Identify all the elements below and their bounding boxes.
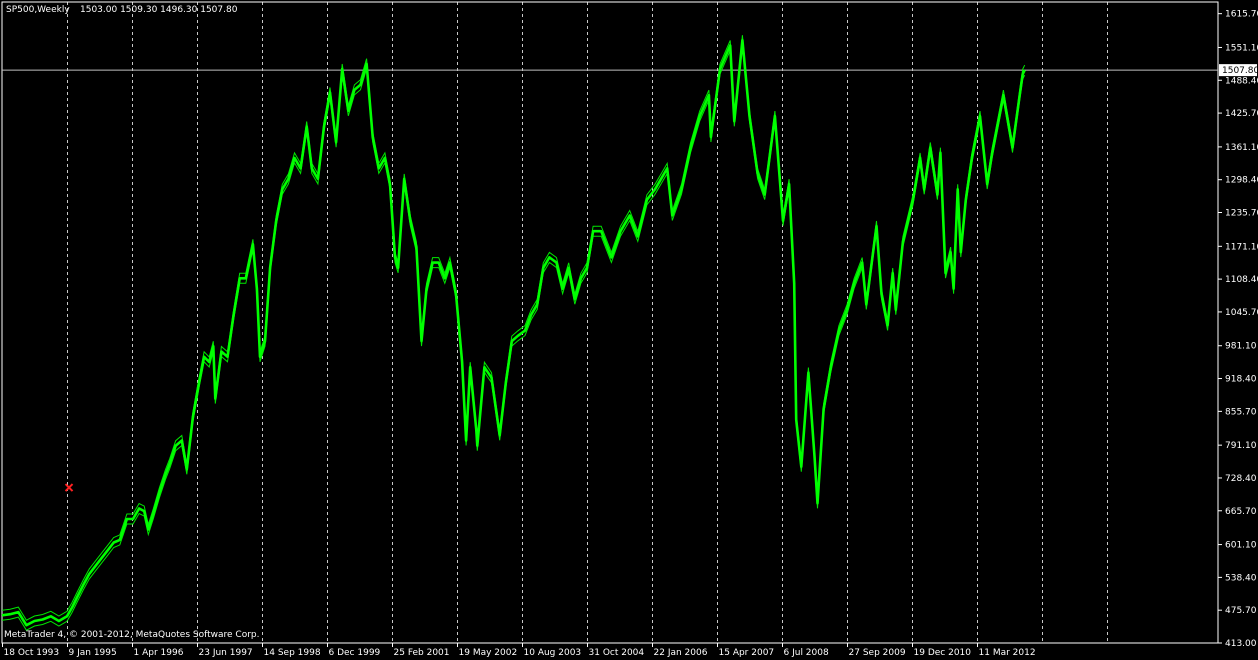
x-tick-label: 23 Jun 1997	[199, 648, 253, 658]
y-tick-label: 1108.40	[1225, 275, 1258, 285]
x-tick-label: 22 Jan 2006	[654, 648, 708, 658]
x-tick-label: 27 Sep 2009	[849, 648, 906, 658]
y-tick-label: 1361.10	[1225, 143, 1258, 153]
y-tick-label: 728.40	[1225, 474, 1257, 484]
y-tick-label: 1551.10	[1225, 43, 1258, 53]
copyright-label: MetaTrader 4, © 2001-2012, MetaQuotes So…	[4, 630, 260, 640]
y-tick-label: 1171.10	[1225, 242, 1258, 252]
y-tick-label: 1488.40	[1225, 76, 1258, 86]
y-tick-label: 1045.70	[1225, 308, 1258, 318]
x-tick-label: 1 Apr 1996	[134, 648, 184, 658]
chart-background	[0, 0, 1258, 660]
y-tick-label: 665.70	[1225, 507, 1257, 517]
y-tick-label: 538.40	[1225, 573, 1257, 583]
x-tick-label: 10 Aug 2003	[524, 648, 582, 658]
y-tick-label: 918.40	[1225, 375, 1257, 385]
y-tick-label: 981.10	[1225, 342, 1257, 352]
x-tick-label: 11 Mar 2012	[979, 648, 1036, 658]
x-tick-label: 6 Jul 2008	[784, 648, 829, 658]
y-tick-label: 1235.70	[1225, 209, 1258, 219]
x-tick-label: 15 Apr 2007	[719, 648, 775, 658]
ohlc-label: 1503.00 1509.30 1496.30 1507.80	[80, 5, 238, 15]
y-tick-label: 791.10	[1225, 441, 1257, 451]
x-tick-label: 14 Sep 1998	[264, 648, 321, 658]
price-chart[interactable]: 1615.70 1551.10 1488.40 1425.70 1361.10 1298.…	[0, 0, 1258, 660]
y-tick-label: 1425.70	[1225, 109, 1258, 119]
x-tick-label: 9 Jan 1995	[69, 648, 117, 658]
y-tick-label: 1298.40	[1225, 176, 1258, 186]
x-tick-label: 25 Feb 2001	[394, 648, 450, 658]
x-tick-label: 19 Dec 2010	[914, 648, 972, 658]
x-tick-label: 6 Dec 1999	[329, 648, 381, 658]
y-tick-label: 601.10	[1225, 541, 1257, 551]
chart-window[interactable]: 1615.70 1551.10 1488.40 1425.70 1361.10 1298.…	[0, 0, 1258, 660]
x-tick-label: 18 Oct 1993	[4, 648, 60, 658]
y-tick-label: 413.00	[1225, 639, 1257, 649]
y-tick-label: 475.70	[1225, 606, 1257, 616]
y-tick-label: 1615.70	[1225, 10, 1258, 20]
y-tick-label: 855.70	[1225, 407, 1257, 417]
symbol-label: SP500,Weekly	[6, 5, 70, 15]
x-tick-label: 19 May 2002	[459, 648, 518, 658]
current-price-label: 1507.80	[1222, 66, 1258, 76]
x-tick-label: 31 Oct 2004	[589, 648, 645, 658]
